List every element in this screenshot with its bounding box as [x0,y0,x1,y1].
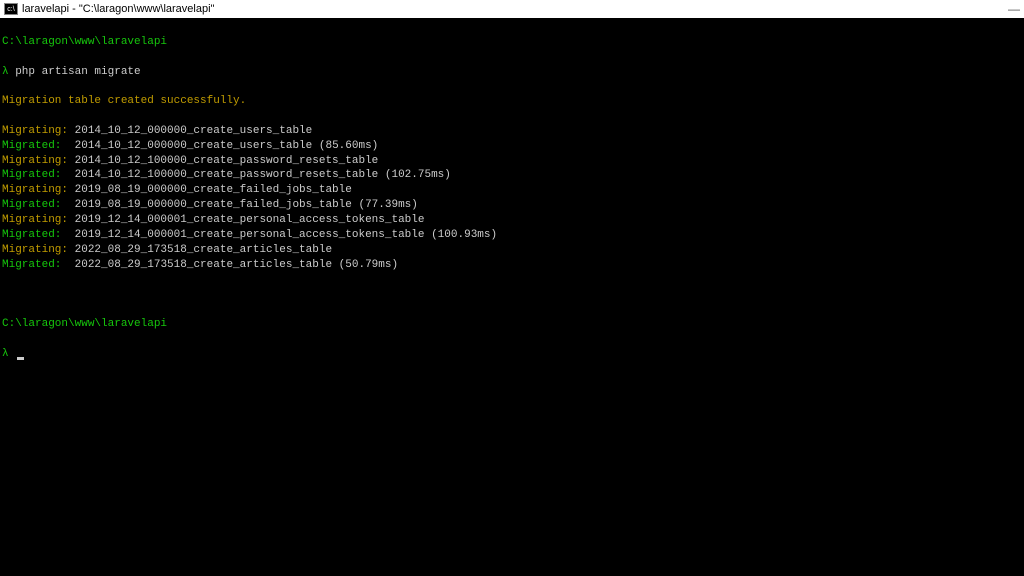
migration-status: Migrated: [2,199,61,211]
migration-status: Migrated: [2,169,61,181]
window-title: laravelapi - "C:\laragon\www\laravelapi" [22,3,214,15]
migration-status: Migrating: [2,125,68,137]
migration-name: 2014_10_12_100000_create_password_resets… [68,155,378,167]
migration-success: Migration table created successfully. [2,95,246,107]
migration-status: Migrating: [2,214,68,226]
migration-status: Migrating: [2,155,68,167]
cmd-icon: c:\ [4,3,18,15]
migration-name: 2019_08_19_000000_create_failed_jobs_tab… [61,199,417,211]
prompt-lambda: λ [2,348,9,360]
prompt-path: C:\laragon\www\laravelapi [2,318,167,330]
migration-status: Migrating: [2,184,68,196]
migration-name: 2022_08_29_173518_create_articles_table [68,244,332,256]
migration-name: 2019_12_14_000001_create_personal_access… [68,214,424,226]
terminal-body[interactable]: C:\laragon\www\laravelapi λ php artisan … [0,18,1024,576]
prompt-path: C:\laragon\www\laravelapi [2,36,167,48]
window-controls: — [1008,2,1020,16]
migration-name: 2014_10_12_000000_create_users_table [68,125,312,137]
minimize-button[interactable]: — [1008,2,1020,16]
migration-name: 2014_10_12_100000_create_password_resets… [61,169,450,181]
migration-status: Migrating: [2,244,68,256]
migration-name: 2019_12_14_000001_create_personal_access… [61,229,497,241]
migration-status: Migrated: [2,140,61,152]
command-text: php artisan migrate [9,66,141,78]
titlebar-left: c:\ laravelapi - "C:\laragon\www\laravel… [4,3,214,15]
migration-status: Migrated: [2,259,61,271]
migration-name: 2014_10_12_000000_create_users_table (85… [61,140,378,152]
migration-status: Migrated: [2,229,61,241]
prompt-lambda: λ [2,66,9,78]
cursor [9,348,25,360]
migration-name: 2022_08_29_173518_create_articles_table … [61,259,398,271]
window-titlebar: c:\ laravelapi - "C:\laragon\www\laravel… [0,0,1024,18]
migration-name: 2019_08_19_000000_create_failed_jobs_tab… [68,184,352,196]
